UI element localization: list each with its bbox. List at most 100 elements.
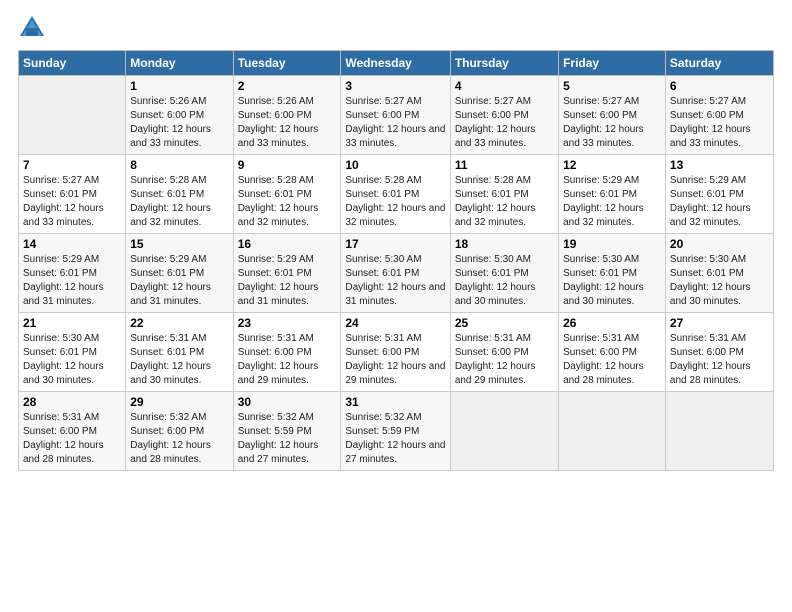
logo [18,16,50,44]
day-cell: 25 Sunrise: 5:31 AMSunset: 6:00 PMDayligh… [450,313,558,392]
day-cell: 31Sunrise: 5:32 AMSunset: 5:59 PMDayligh… [341,392,450,471]
day-cell: 10 Sunrise: 5:28 AMSunset: 6:01 PMDayligh… [341,155,450,234]
day-info: Sunrise: 5:27 AMSunset: 6:00 PMDaylight:… [563,95,661,151]
day-info: Sunrise: 5:27 AMSunset: 6:01 PMDaylight:… [23,174,121,230]
calendar-table: SundayMondayTuesdayWednesdayThursdayFrid… [18,50,774,471]
day-number: 29 [130,395,228,409]
day-info: Sunrise: 5:26 AMSunset: 6:00 PMDaylight:… [238,95,337,151]
col-header-monday: Monday [126,51,233,76]
day-info: Sunrise: 5:28 AMSunset: 6:01 PMDaylight:… [238,174,337,230]
day-info: Sunrise: 5:30 AMSunset: 6:01 PMDaylight:… [670,253,769,309]
day-number: 10 [345,158,445,172]
day-number: 8 [130,158,228,172]
day-info: Sunrise: 5:30 AMSunset: 6:01 PMDaylight:… [345,253,445,309]
day-cell: 17 Sunrise: 5:30 AMSunset: 6:01 PMDayligh… [341,234,450,313]
day-cell [19,76,126,155]
day-number: 21 [23,316,121,330]
day-cell: 16 Sunrise: 5:29 AMSunset: 6:01 PMDayligh… [233,234,341,313]
day-number: 1 [130,79,228,93]
day-cell: 29Sunrise: 5:32 AMSunset: 6:00 PMDayligh… [126,392,233,471]
day-number: 26 [563,316,661,330]
day-number: 20 [670,237,769,251]
day-cell: 8 Sunrise: 5:28 AMSunset: 6:01 PMDaylight… [126,155,233,234]
day-cell: 1 Sunrise: 5:26 AMSunset: 6:00 PMDaylight… [126,76,233,155]
week-row-2: 7 Sunrise: 5:27 AMSunset: 6:01 PMDaylight… [19,155,774,234]
day-number: 14 [23,237,121,251]
week-row-5: 28 Sunrise: 5:31 AMSunset: 6:00 PMDayligh… [19,392,774,471]
col-header-tuesday: Tuesday [233,51,341,76]
day-info: Sunrise: 5:30 AMSunset: 6:01 PMDaylight:… [23,332,121,388]
day-number: 9 [238,158,337,172]
day-number: 13 [670,158,769,172]
day-cell: 7 Sunrise: 5:27 AMSunset: 6:01 PMDaylight… [19,155,126,234]
day-number: 28 [23,395,121,409]
day-info: Sunrise: 5:31 AMSunset: 6:00 PMDaylight:… [455,332,554,388]
day-number: 17 [345,237,445,251]
day-info: Sunrise: 5:29 AMSunset: 6:01 PMDaylight:… [563,174,661,230]
day-cell: 27Sunrise: 5:31 AMSunset: 6:00 PMDayligh… [665,313,773,392]
col-header-thursday: Thursday [450,51,558,76]
week-row-4: 21 Sunrise: 5:30 AMSunset: 6:01 PMDayligh… [19,313,774,392]
day-number: 22 [130,316,228,330]
day-number: 4 [455,79,554,93]
day-cell: 26 Sunrise: 5:31 AMSunset: 6:00 PMDayligh… [559,313,666,392]
day-cell: 13 Sunrise: 5:29 AMSunset: 6:01 PMDayligh… [665,155,773,234]
day-number: 3 [345,79,445,93]
day-number: 5 [563,79,661,93]
day-cell: 21 Sunrise: 5:30 AMSunset: 6:01 PMDayligh… [19,313,126,392]
day-cell [450,392,558,471]
day-number: 16 [238,237,337,251]
day-cell: 28 Sunrise: 5:31 AMSunset: 6:00 PMDayligh… [19,392,126,471]
day-number: 11 [455,158,554,172]
day-info: Sunrise: 5:31 AMSunset: 6:00 PMDaylight:… [345,332,445,388]
day-cell: 22Sunrise: 5:31 AMSunset: 6:01 PMDayligh… [126,313,233,392]
page: SundayMondayTuesdayWednesdayThursdayFrid… [0,0,792,489]
day-info: Sunrise: 5:26 AMSunset: 6:00 PMDaylight:… [130,95,228,151]
day-number: 7 [23,158,121,172]
day-info: Sunrise: 5:32 AMSunset: 5:59 PMDaylight:… [238,411,337,467]
day-number: 2 [238,79,337,93]
header [18,10,774,44]
day-info: Sunrise: 5:27 AMSunset: 6:00 PMDaylight:… [670,95,769,151]
day-number: 24 [345,316,445,330]
day-info: Sunrise: 5:29 AMSunset: 6:01 PMDaylight:… [238,253,337,309]
day-cell: 6 Sunrise: 5:27 AMSunset: 6:00 PMDaylight… [665,76,773,155]
day-cell [559,392,666,471]
day-cell: 20 Sunrise: 5:30 AMSunset: 6:01 PMDayligh… [665,234,773,313]
day-number: 12 [563,158,661,172]
day-cell: 23Sunrise: 5:31 AMSunset: 6:00 PMDayligh… [233,313,341,392]
week-row-1: 1 Sunrise: 5:26 AMSunset: 6:00 PMDaylight… [19,76,774,155]
day-info: Sunrise: 5:28 AMSunset: 6:01 PMDaylight:… [455,174,554,230]
day-number: 25 [455,316,554,330]
day-cell: 5 Sunrise: 5:27 AMSunset: 6:00 PMDaylight… [559,76,666,155]
day-info: Sunrise: 5:31 AMSunset: 6:00 PMDaylight:… [238,332,337,388]
day-cell: 9 Sunrise: 5:28 AMSunset: 6:01 PMDaylight… [233,155,341,234]
logo-icon [18,14,46,42]
day-number: 27 [670,316,769,330]
day-cell: 30 Sunrise: 5:32 AMSunset: 5:59 PMDayligh… [233,392,341,471]
day-info: Sunrise: 5:29 AMSunset: 6:01 PMDaylight:… [670,174,769,230]
day-number: 15 [130,237,228,251]
day-info: Sunrise: 5:28 AMSunset: 6:01 PMDaylight:… [130,174,228,230]
day-info: Sunrise: 5:31 AMSunset: 6:00 PMDaylight:… [563,332,661,388]
day-cell: 15Sunrise: 5:29 AMSunset: 6:01 PMDayligh… [126,234,233,313]
header-row: SundayMondayTuesdayWednesdayThursdayFrid… [19,51,774,76]
day-cell: 12 Sunrise: 5:29 AMSunset: 6:01 PMDayligh… [559,155,666,234]
day-info: Sunrise: 5:30 AMSunset: 6:01 PMDaylight:… [455,253,554,309]
day-cell: 11 Sunrise: 5:28 AMSunset: 6:01 PMDayligh… [450,155,558,234]
day-number: 6 [670,79,769,93]
day-cell: 4 Sunrise: 5:27 AMSunset: 6:00 PMDaylight… [450,76,558,155]
day-number: 30 [238,395,337,409]
day-info: Sunrise: 5:28 AMSunset: 6:01 PMDaylight:… [345,174,445,230]
week-row-3: 14 Sunrise: 5:29 AMSunset: 6:01 PMDayligh… [19,234,774,313]
day-info: Sunrise: 5:32 AMSunset: 5:59 PMDaylight:… [345,411,445,467]
day-info: Sunrise: 5:30 AMSunset: 6:01 PMDaylight:… [563,253,661,309]
day-cell [665,392,773,471]
day-info: Sunrise: 5:31 AMSunset: 6:00 PMDaylight:… [23,411,121,467]
day-info: Sunrise: 5:27 AMSunset: 6:00 PMDaylight:… [455,95,554,151]
day-number: 18 [455,237,554,251]
day-info: Sunrise: 5:29 AMSunset: 6:01 PMDaylight:… [23,253,121,309]
col-header-friday: Friday [559,51,666,76]
day-cell: 24 Sunrise: 5:31 AMSunset: 6:00 PMDayligh… [341,313,450,392]
day-cell: 18 Sunrise: 5:30 AMSunset: 6:01 PMDayligh… [450,234,558,313]
